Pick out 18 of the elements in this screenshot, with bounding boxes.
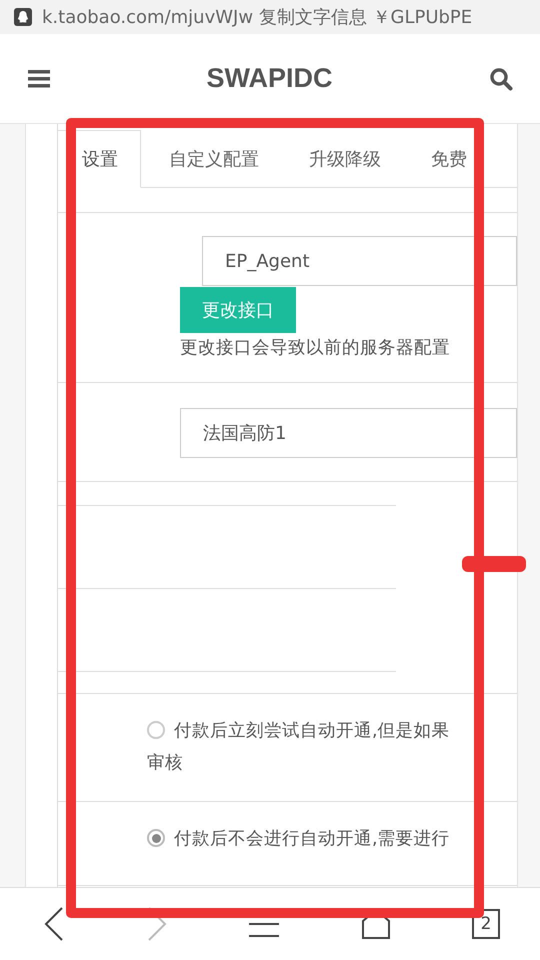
penguin-icon (14, 8, 32, 26)
input-field[interactable]: 法国高防1 (180, 408, 517, 458)
forward-icon[interactable] (146, 907, 166, 941)
radio-button[interactable] (147, 829, 165, 847)
annotation-mark (462, 556, 526, 572)
option-label: 审核 (147, 752, 184, 774)
option-label: 付款后不会进行自动开通,需要进行 (174, 828, 450, 850)
site-title: SWAPIDC (206, 63, 332, 94)
url-text: k.taobao.com/mjuvWJw 复制文字信息 ￥GLPUbPE (42, 6, 472, 29)
input-field[interactable]: EP_Agent (202, 236, 517, 286)
help-text: 更改接口会导致以前的服务器配置 (180, 337, 451, 359)
tab-count-button[interactable]: 2 (472, 909, 500, 939)
back-icon[interactable] (44, 907, 64, 941)
radio-button[interactable] (147, 721, 165, 739)
menu-icon[interactable] (28, 70, 50, 88)
option-label: 付款后立刻尝试自动开通,但是如果 (174, 720, 450, 742)
url-bar[interactable]: k.taobao.com/mjuvWJw 复制文字信息 ￥GLPUbPE (0, 0, 540, 34)
search-icon[interactable] (488, 66, 513, 90)
